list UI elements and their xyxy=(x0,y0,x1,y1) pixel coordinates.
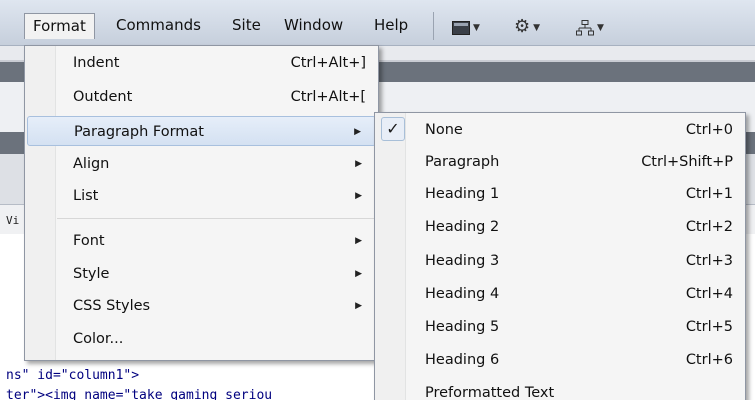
submenu-item-heading-6[interactable]: Heading 6 Ctrl+6 xyxy=(377,345,743,375)
menu-bar: Format Commands Site Window Help ▼ ⚙ ▼ ▼ xyxy=(0,0,755,46)
paragraph-format-submenu: ✓ None Ctrl+0 Paragraph Ctrl+Shift+P Hea… xyxy=(374,112,746,400)
menu-item-shortcut: Ctrl+6 xyxy=(685,352,733,368)
submenu-item-none[interactable]: ✓ None Ctrl+0 xyxy=(377,115,743,145)
menu-item-label: Preformatted Text xyxy=(425,385,555,400)
menu-item-shortcut: Ctrl+0 xyxy=(685,122,733,138)
menu-item-label: Heading 3 xyxy=(425,253,500,269)
menu-item-font[interactable]: Font ▶ xyxy=(27,226,376,256)
submenu-item-heading-3[interactable]: Heading 3 Ctrl+3 xyxy=(377,246,743,276)
format-menu: Indent Ctrl+Alt+] Outdent Ctrl+Alt+[ Par… xyxy=(24,45,379,361)
menubar-separator xyxy=(433,12,434,40)
layout-icon xyxy=(452,20,470,35)
view-tab-fragment: Vi xyxy=(6,214,20,227)
menu-item-label: Font xyxy=(73,233,105,249)
menu-item-style[interactable]: Style ▶ xyxy=(27,259,376,289)
menu-item-label: Color... xyxy=(73,331,124,347)
submenu-item-heading-1[interactable]: Heading 1 Ctrl+1 xyxy=(377,179,743,209)
chevron-down-icon: ▼ xyxy=(473,22,480,33)
submenu-item-heading-2[interactable]: Heading 2 Ctrl+2 xyxy=(377,212,743,242)
settings-button[interactable]: ⚙ ▼ xyxy=(514,16,540,38)
chevron-down-icon: ▼ xyxy=(533,22,541,33)
menu-item-label: Paragraph Format xyxy=(74,124,204,140)
code-line: ter"><img name="take gaming seriou xyxy=(6,388,273,400)
menu-item-shortcut: Ctrl+Alt+] xyxy=(290,55,366,71)
menu-item-label: List xyxy=(73,188,99,204)
menu-item-label: Indent xyxy=(73,55,120,71)
menu-item-outdent[interactable]: Outdent Ctrl+Alt+[ xyxy=(27,82,376,112)
menu-item-label: Heading 1 xyxy=(425,186,500,202)
menu-item-color[interactable]: Color... xyxy=(27,324,376,354)
menu-item-label: Style xyxy=(73,266,110,282)
menu-item-shortcut: Ctrl+Alt+[ xyxy=(290,89,366,105)
layout-button[interactable]: ▼ xyxy=(452,16,480,38)
menu-site[interactable]: Site xyxy=(224,13,269,39)
submenu-arrow-icon: ▶ xyxy=(355,159,362,169)
menu-commands[interactable]: Commands xyxy=(108,13,209,39)
submenu-arrow-icon: ▶ xyxy=(354,127,361,137)
menu-item-label: CSS Styles xyxy=(73,298,151,314)
menu-item-indent[interactable]: Indent Ctrl+Alt+] xyxy=(27,48,376,78)
menu-help[interactable]: Help xyxy=(366,13,416,39)
menu-separator xyxy=(57,218,374,219)
menu-item-shortcut: Ctrl+3 xyxy=(685,253,733,269)
menu-item-shortcut: Ctrl+1 xyxy=(685,186,733,202)
chevron-down-icon: ▼ xyxy=(597,22,604,33)
menu-item-shortcut: Ctrl+Shift+P xyxy=(641,154,733,170)
submenu-arrow-icon: ▶ xyxy=(355,269,362,279)
menu-item-label: Heading 4 xyxy=(425,286,500,302)
menu-item-shortcut: Ctrl+2 xyxy=(685,219,733,235)
menu-format[interactable]: Format xyxy=(24,13,95,39)
checkmark-icon: ✓ xyxy=(381,117,405,141)
menu-item-css-styles[interactable]: CSS Styles ▶ xyxy=(27,291,376,321)
submenu-arrow-icon: ▶ xyxy=(355,191,362,201)
menu-item-label: Align xyxy=(73,156,110,172)
menu-item-label: Heading 2 xyxy=(425,219,500,235)
site-structure-button[interactable]: ▼ xyxy=(576,16,604,38)
submenu-item-heading-5[interactable]: Heading 5 Ctrl+5 xyxy=(377,312,743,342)
menu-item-list[interactable]: List ▶ xyxy=(27,181,376,211)
menu-item-label: Heading 6 xyxy=(425,352,500,368)
menu-item-align[interactable]: Align ▶ xyxy=(27,149,376,179)
menu-item-shortcut: Ctrl+5 xyxy=(685,319,733,335)
submenu-arrow-icon: ▶ xyxy=(355,301,362,311)
menu-item-label: Paragraph xyxy=(425,154,500,170)
submenu-arrow-icon: ▶ xyxy=(355,236,362,246)
menu-item-label: None xyxy=(425,122,463,138)
menu-item-label: Outdent xyxy=(73,89,133,105)
code-line: ns" id="column1"> xyxy=(6,368,140,383)
menu-item-label: Heading 5 xyxy=(425,319,500,335)
submenu-item-preformatted-text[interactable]: Preformatted Text xyxy=(377,378,743,400)
menu-item-shortcut: Ctrl+4 xyxy=(685,286,733,302)
menu-window[interactable]: Window xyxy=(276,13,351,39)
menu-item-paragraph-format[interactable]: Paragraph Format ▶ xyxy=(27,116,376,146)
gear-icon: ⚙ xyxy=(514,16,531,37)
sitemap-icon xyxy=(576,19,594,35)
submenu-item-heading-4[interactable]: Heading 4 Ctrl+4 xyxy=(377,279,743,309)
submenu-item-paragraph[interactable]: Paragraph Ctrl+Shift+P xyxy=(377,147,743,177)
